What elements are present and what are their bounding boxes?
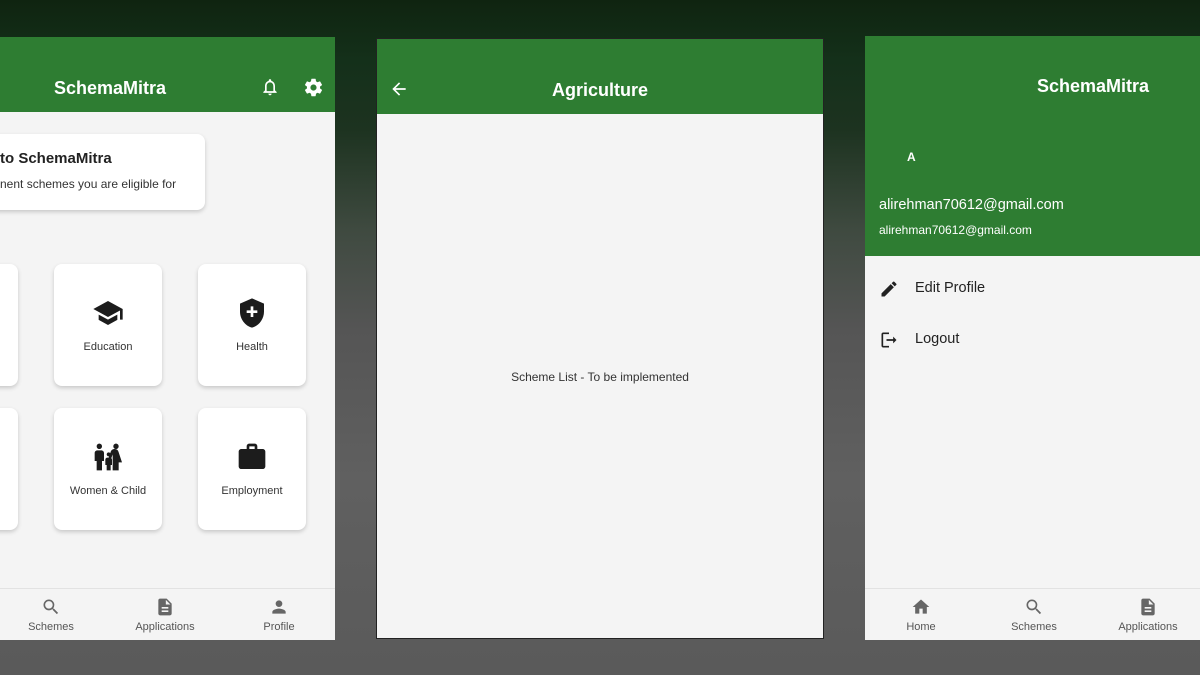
nav-item-applications[interactable]: Applications — [1093, 589, 1200, 640]
nav-item-schemes[interactable]: Schemes — [0, 589, 106, 640]
bottom-navigation: Schemes Applications Profile — [0, 588, 335, 640]
graduation-cap-icon — [93, 301, 123, 325]
home-icon — [912, 599, 930, 614]
app-title: SchemaMitra — [1037, 76, 1150, 96]
menu-item-edit-profile[interactable]: Edit Profile — [865, 267, 1200, 311]
app-bar: SchemaMitra — [0, 37, 335, 112]
home-screen: SchemaMitra to SchemaMitra nent schemes … — [0, 37, 335, 640]
drawer-header: SchemaMitra A alirehman70612@gmail.com a… — [865, 36, 1200, 256]
nav-item-schemes[interactable]: Schemes — [979, 589, 1089, 640]
profile-screen: SchemaMitra A alirehman70612@gmail.com a… — [865, 36, 1200, 640]
welcome-subtitle: nent schemes you are eligible for — [0, 177, 177, 191]
edit-pencil-icon — [881, 281, 897, 297]
nav-label: Applications — [1118, 621, 1178, 633]
document-icon — [1141, 598, 1155, 616]
welcome-title: to SchemaMitra — [0, 150, 112, 167]
category-label: Employment — [221, 485, 283, 497]
logout-icon — [881, 332, 897, 348]
account-email-secondary: alirehman70612@gmail.com — [879, 223, 1032, 237]
avatar: A — [907, 150, 916, 164]
nav-label: Schemes — [1011, 621, 1057, 633]
welcome-card: to SchemaMitra nent schemes you are elig… — [0, 134, 205, 210]
category-label: Women & Child — [69, 485, 147, 497]
briefcase-icon — [238, 443, 266, 469]
account-email: alirehman70612@gmail.com — [879, 197, 1064, 213]
nav-item-home[interactable]: Home — [866, 589, 976, 640]
agriculture-screen: Agriculture Scheme List - To be implemen… — [376, 38, 824, 639]
person-icon — [272, 600, 286, 614]
category-card-women-child[interactable]: Women & Child — [54, 408, 162, 530]
nav-item-profile[interactable]: Profile — [224, 589, 334, 640]
health-shield-icon — [240, 298, 264, 328]
menu-label: Logout — [915, 331, 960, 347]
category-card-education[interactable]: Education — [54, 264, 162, 386]
nav-label: Applications — [135, 621, 195, 633]
family-icon — [94, 443, 122, 471]
settings-gear-icon[interactable] — [303, 77, 324, 98]
category-card-health[interactable]: Health — [198, 264, 306, 386]
scheme-list-placeholder: Scheme List - To be implemented — [511, 370, 689, 384]
nav-label: Schemes — [28, 621, 74, 633]
search-icon — [43, 599, 59, 615]
category-label: Health — [236, 341, 268, 353]
category-card-partial[interactable] — [0, 408, 18, 530]
nav-label: Profile — [263, 621, 295, 633]
nav-item-applications[interactable]: Applications — [110, 589, 220, 640]
menu-item-logout[interactable]: Logout — [865, 318, 1200, 362]
category-card-employment[interactable]: Employment — [198, 408, 306, 530]
screen-title: Agriculture — [551, 80, 648, 100]
menu-label: Edit Profile — [915, 280, 986, 296]
app-bar: Agriculture — [377, 39, 823, 114]
document-icon — [158, 598, 172, 616]
notification-bell-icon[interactable] — [260, 77, 280, 97]
search-icon — [1026, 599, 1042, 615]
nav-label: Home — [906, 621, 936, 633]
category-label: Education — [83, 341, 133, 353]
app-title: SchemaMitra — [54, 78, 167, 98]
category-card-partial[interactable] — [0, 264, 18, 386]
bottom-navigation: Home Schemes Applications — [865, 588, 1200, 640]
